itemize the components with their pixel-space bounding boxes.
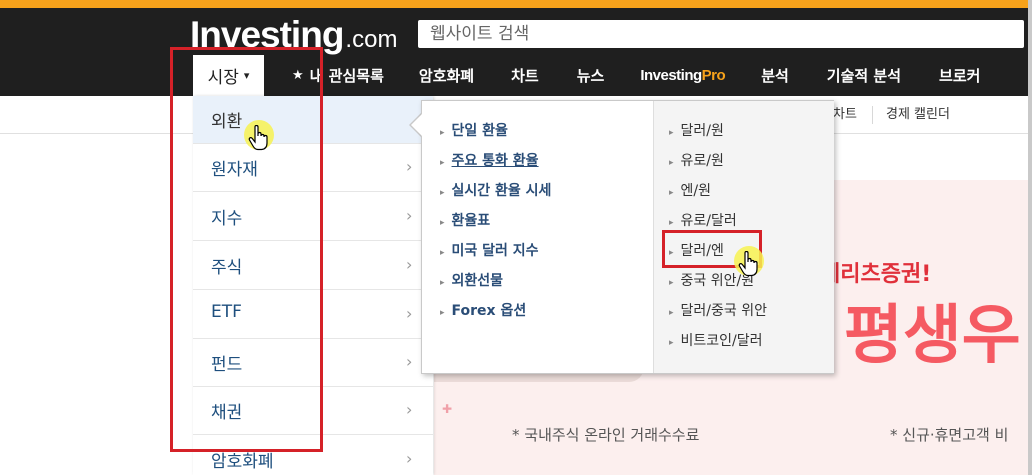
chevron-right-icon: ›: [406, 449, 413, 468]
hand-cursor-icon: [248, 125, 268, 151]
ad-note-right: * 신규·휴면고객 비: [890, 426, 1009, 444]
hand-cursor-icon: [738, 251, 758, 277]
pair-label: 엔/원: [680, 183, 712, 199]
ad-headline: 평생우: [844, 299, 1021, 373]
forex-link-major-rates[interactable]: ▸ 주요 통화 환율: [440, 150, 539, 170]
forex-link-futures[interactable]: ▸ 외환선물: [440, 270, 503, 290]
annotation-box-market-menu: [170, 47, 323, 452]
chevron-right-icon: ›: [406, 206, 413, 225]
forex-link-label: Forex 옵션: [451, 303, 527, 319]
bullet-icon: ▸: [669, 278, 674, 288]
bullet-icon: ▸: [669, 308, 674, 318]
logo-suffix: .com: [345, 26, 398, 53]
pair-label: 달러/중국 위안: [680, 303, 767, 319]
pair-usd-krw[interactable]: ▸ 달러/원: [669, 120, 724, 140]
window-frame-edge: [1028, 0, 1032, 475]
nav-investing-pro[interactable]: Investing Pro: [640, 55, 725, 96]
chevron-right-icon: ›: [406, 400, 413, 419]
chevron-right-icon: ›: [406, 352, 413, 371]
ad-note-left: * 국내주식 온라인 거래수수료: [512, 426, 700, 444]
chevron-right-icon: ›: [406, 255, 413, 274]
ad-plus-mark: ✚: [442, 402, 453, 416]
bullet-icon: ▸: [669, 188, 674, 198]
bullet-icon: ▸: [669, 338, 674, 348]
forex-link-label: 미국 달러 지수: [451, 243, 539, 259]
forex-submenu: ▸ 단일 환율 ▸ 주요 통화 환율 ▸ 실시간 환율 시세 ▸ 환율표 ▸ 미국 달러 …: [421, 100, 834, 374]
bullet-icon: ▸: [669, 218, 674, 228]
pro-suffix: Pro: [701, 67, 726, 84]
bullet-icon: ▸: [440, 248, 445, 258]
pair-label: 유로/원: [680, 153, 724, 169]
bullet-icon: ▸: [440, 218, 445, 228]
pair-label: 달러/원: [680, 123, 724, 139]
pair-eur-usd[interactable]: ▸ 유로/달러: [669, 210, 737, 230]
forex-link-rate-table[interactable]: ▸ 환율표: [440, 210, 490, 230]
chevron-right-icon: ›: [406, 157, 413, 176]
bullet-icon: ▸: [440, 278, 445, 288]
chevron-right-icon: ›: [406, 304, 413, 323]
top-accent-stripe: [0, 0, 1032, 8]
pair-label: 비트코인/달러: [680, 333, 763, 349]
bullet-icon: ▸: [669, 158, 674, 168]
nav-chart[interactable]: 차트: [511, 55, 539, 96]
pair-btc-usd[interactable]: ▸ 비트코인/달러: [669, 330, 763, 350]
bullet-icon: ▸: [440, 188, 445, 198]
forex-link-dollar-index[interactable]: ▸ 미국 달러 지수: [440, 240, 539, 260]
pair-eur-krw[interactable]: ▸ 유로/원: [669, 150, 724, 170]
bullet-icon: ▸: [440, 308, 445, 318]
nav-broker[interactable]: 브로커: [939, 55, 980, 96]
submenu-pointer-fill: [411, 114, 422, 136]
forex-link-options[interactable]: ▸ Forex 옵션: [440, 300, 526, 320]
search-box[interactable]: [418, 20, 1024, 48]
nav-news[interactable]: 뉴스: [577, 55, 605, 96]
pro-brand: Investing: [640, 67, 702, 84]
forex-link-label: 주요 통화 환율: [451, 153, 539, 169]
bullet-icon: ▸: [669, 128, 674, 138]
nav-crypto[interactable]: 암호화폐: [419, 55, 474, 96]
bullet-icon: ▸: [440, 128, 445, 138]
forex-link-label: 외환선물: [451, 273, 504, 289]
forex-link-label: 실시간 환율 시세: [451, 183, 552, 199]
nav-technical[interactable]: 기술적 분석: [827, 55, 901, 96]
forex-link-single-rate[interactable]: ▸ 단일 환율: [440, 120, 508, 140]
forex-link-label: 단일 환율: [451, 123, 508, 139]
nav-analysis[interactable]: 분석: [761, 55, 789, 96]
subnav-divider: [872, 106, 873, 124]
forex-link-label: 환율표: [451, 213, 491, 229]
subnav-calendar[interactable]: 경제 캘린더: [886, 96, 950, 134]
bullet-icon: ▸: [440, 158, 445, 168]
pair-usd-cny[interactable]: ▸ 달러/중국 위안: [669, 300, 767, 320]
search-input[interactable]: [418, 20, 1024, 48]
subnav-chart[interactable]: 차트: [833, 96, 857, 134]
pair-jpy-krw[interactable]: ▸ 엔/원: [669, 180, 711, 200]
pair-label: 유로/달러: [680, 213, 737, 229]
forex-link-live-rates[interactable]: ▸ 실시간 환율 시세: [440, 180, 551, 200]
